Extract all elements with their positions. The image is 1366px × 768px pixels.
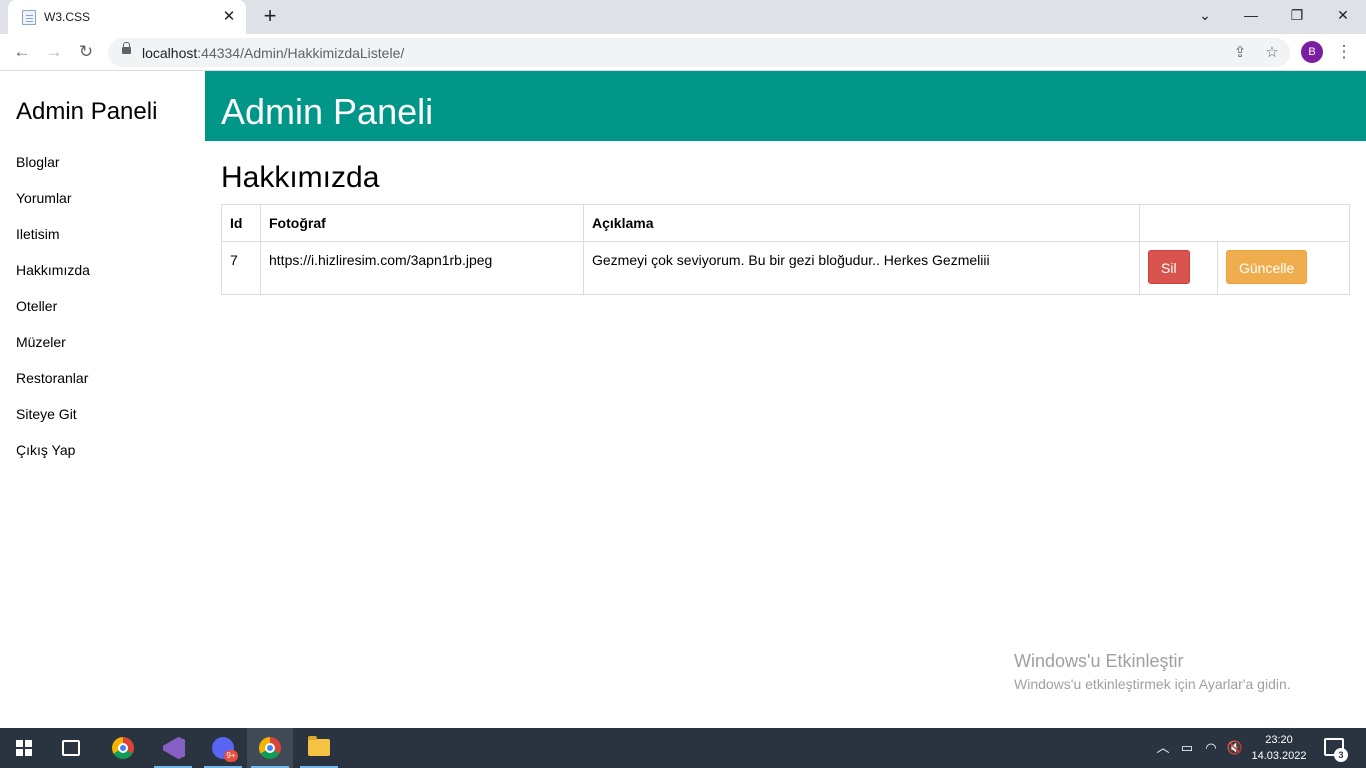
bookmark-star-icon[interactable]: ☆ bbox=[1261, 42, 1283, 64]
task-view-button[interactable] bbox=[48, 728, 94, 768]
column-header-photo: Fotoğraf bbox=[260, 204, 584, 242]
browser-tab-strip: W3.CSS ✕ + ⌄ — ❐ ✕ bbox=[0, 0, 1366, 34]
cell-description: Gezmeyi çok seviyorum. Bu bir gezi bloğu… bbox=[583, 241, 1140, 295]
sidebar-title: Admin Paneli bbox=[16, 98, 158, 125]
cell-photo: https://i.hizliresim.com/3apn1rb.jpeg bbox=[260, 241, 584, 295]
browser-tab[interactable]: W3.CSS ✕ bbox=[8, 0, 246, 34]
sidebar-item-yorumlar[interactable]: Yorumlar bbox=[16, 190, 72, 206]
folder-icon bbox=[308, 736, 330, 756]
clock-time: 23:20 bbox=[1265, 734, 1293, 746]
watermark-title: Windows'u Etkinleştir bbox=[1014, 651, 1184, 671]
sidebar: Admin Paneli Bloglar Yorumlar Iletisim H… bbox=[0, 71, 205, 728]
section-title: Hakkımızda bbox=[221, 161, 380, 194]
header-title: Admin Paneli bbox=[221, 91, 434, 132]
sidebar-item-restoranlar[interactable]: Restoranlar bbox=[16, 370, 88, 386]
update-button[interactable]: Güncelle bbox=[1226, 250, 1308, 284]
clock-date: 14.03.2022 bbox=[1251, 750, 1307, 762]
sidebar-item-siteye-git[interactable]: Siteye Git bbox=[16, 406, 77, 422]
tray-chevron-up-icon[interactable]: ︿ bbox=[1154, 728, 1172, 768]
tab-title: W3.CSS bbox=[44, 10, 91, 24]
sidebar-item-muzeler[interactable]: Müzeler bbox=[16, 334, 66, 350]
system-clock[interactable]: 23:20 14.03.2022 bbox=[1246, 732, 1312, 764]
forward-arrow-icon[interactable]: → bbox=[41, 39, 67, 65]
volume-muted-icon[interactable]: 🔇 bbox=[1224, 728, 1246, 768]
discord-badge: 9+ bbox=[224, 750, 238, 762]
browser-toolbar: ← → ↻ localhost:44334/Admin/HakkimizdaLi… bbox=[0, 34, 1366, 71]
delete-button[interactable]: Sil bbox=[1148, 250, 1190, 284]
table-header-row: Id Fotoğraf Açıklama bbox=[221, 204, 1350, 242]
column-header-actions bbox=[1139, 204, 1350, 242]
profile-avatar[interactable]: B bbox=[1301, 41, 1323, 63]
windows-logo-icon bbox=[16, 740, 32, 756]
browser-menu-icon[interactable]: ⋮ bbox=[1334, 39, 1354, 65]
watermark-subtitle: Windows'u etkinleştirmek için Ayarlar'a … bbox=[1014, 676, 1291, 692]
column-header-description: Açıklama bbox=[583, 204, 1140, 242]
restore-button[interactable]: ❐ bbox=[1274, 0, 1320, 30]
tab-close-icon[interactable]: ✕ bbox=[220, 8, 238, 26]
wifi-icon[interactable]: ◠ bbox=[1200, 728, 1222, 768]
close-window-button[interactable]: ✕ bbox=[1320, 0, 1366, 30]
windows-taskbar: 9+ ︿ ▭ ◠ 🔇 23:20 14.03.2022 3 bbox=[0, 728, 1366, 768]
taskbar-chrome-active[interactable] bbox=[247, 728, 293, 768]
back-arrow-icon[interactable]: ← bbox=[9, 39, 35, 65]
task-view-icon bbox=[62, 740, 80, 756]
sidebar-item-hakkimizda[interactable]: Hakkımızda bbox=[16, 262, 90, 278]
minimize-button[interactable]: — bbox=[1228, 0, 1274, 30]
about-table: Id Fotoğraf Açıklama 7 https://i.hizlire… bbox=[221, 204, 1350, 295]
windows-activation-watermark: Windows'u Etkinleştir Windows'u etkinleş… bbox=[1014, 651, 1291, 692]
cell-update: Güncelle bbox=[1217, 241, 1350, 295]
notification-badge: 3 bbox=[1334, 748, 1348, 762]
start-button[interactable] bbox=[0, 728, 46, 768]
cell-id: 7 bbox=[221, 241, 261, 295]
address-bar[interactable]: localhost:44334/Admin/HakkimizdaListele/… bbox=[108, 38, 1290, 67]
taskbar-discord[interactable]: 9+ bbox=[200, 728, 246, 768]
page-favicon-icon bbox=[22, 10, 36, 25]
sidebar-item-cikis-yap[interactable]: Çıkış Yap bbox=[16, 442, 75, 458]
chrome-icon bbox=[112, 737, 134, 759]
new-tab-button[interactable]: + bbox=[258, 5, 282, 29]
column-header-id: Id bbox=[221, 204, 261, 242]
page-header: Admin Paneli bbox=[205, 71, 1366, 141]
taskbar-visual-studio[interactable] bbox=[150, 728, 196, 768]
sidebar-item-bloglar[interactable]: Bloglar bbox=[16, 154, 60, 170]
sidebar-item-iletisim[interactable]: Iletisim bbox=[16, 226, 60, 242]
share-icon[interactable]: ⇪ bbox=[1229, 42, 1251, 64]
page-content: Admin Paneli Bloglar Yorumlar Iletisim H… bbox=[0, 71, 1366, 728]
cell-delete: Sil bbox=[1139, 241, 1218, 295]
table-row: 7 https://i.hizliresim.com/3apn1rb.jpeg … bbox=[221, 241, 1350, 295]
taskbar-chrome-pinned[interactable] bbox=[100, 728, 146, 768]
lock-icon[interactable] bbox=[122, 42, 131, 54]
taskbar-file-explorer[interactable] bbox=[296, 728, 342, 768]
tab-search-chevron-icon[interactable]: ⌄ bbox=[1182, 0, 1228, 30]
url-text[interactable]: localhost:44334/Admin/HakkimizdaListele/ bbox=[142, 45, 404, 61]
reload-icon[interactable]: ↻ bbox=[73, 39, 99, 65]
visual-studio-icon bbox=[163, 737, 185, 759]
chrome-icon bbox=[259, 737, 281, 759]
sidebar-item-oteller[interactable]: Oteller bbox=[16, 298, 57, 314]
battery-icon[interactable]: ▭ bbox=[1176, 728, 1198, 768]
